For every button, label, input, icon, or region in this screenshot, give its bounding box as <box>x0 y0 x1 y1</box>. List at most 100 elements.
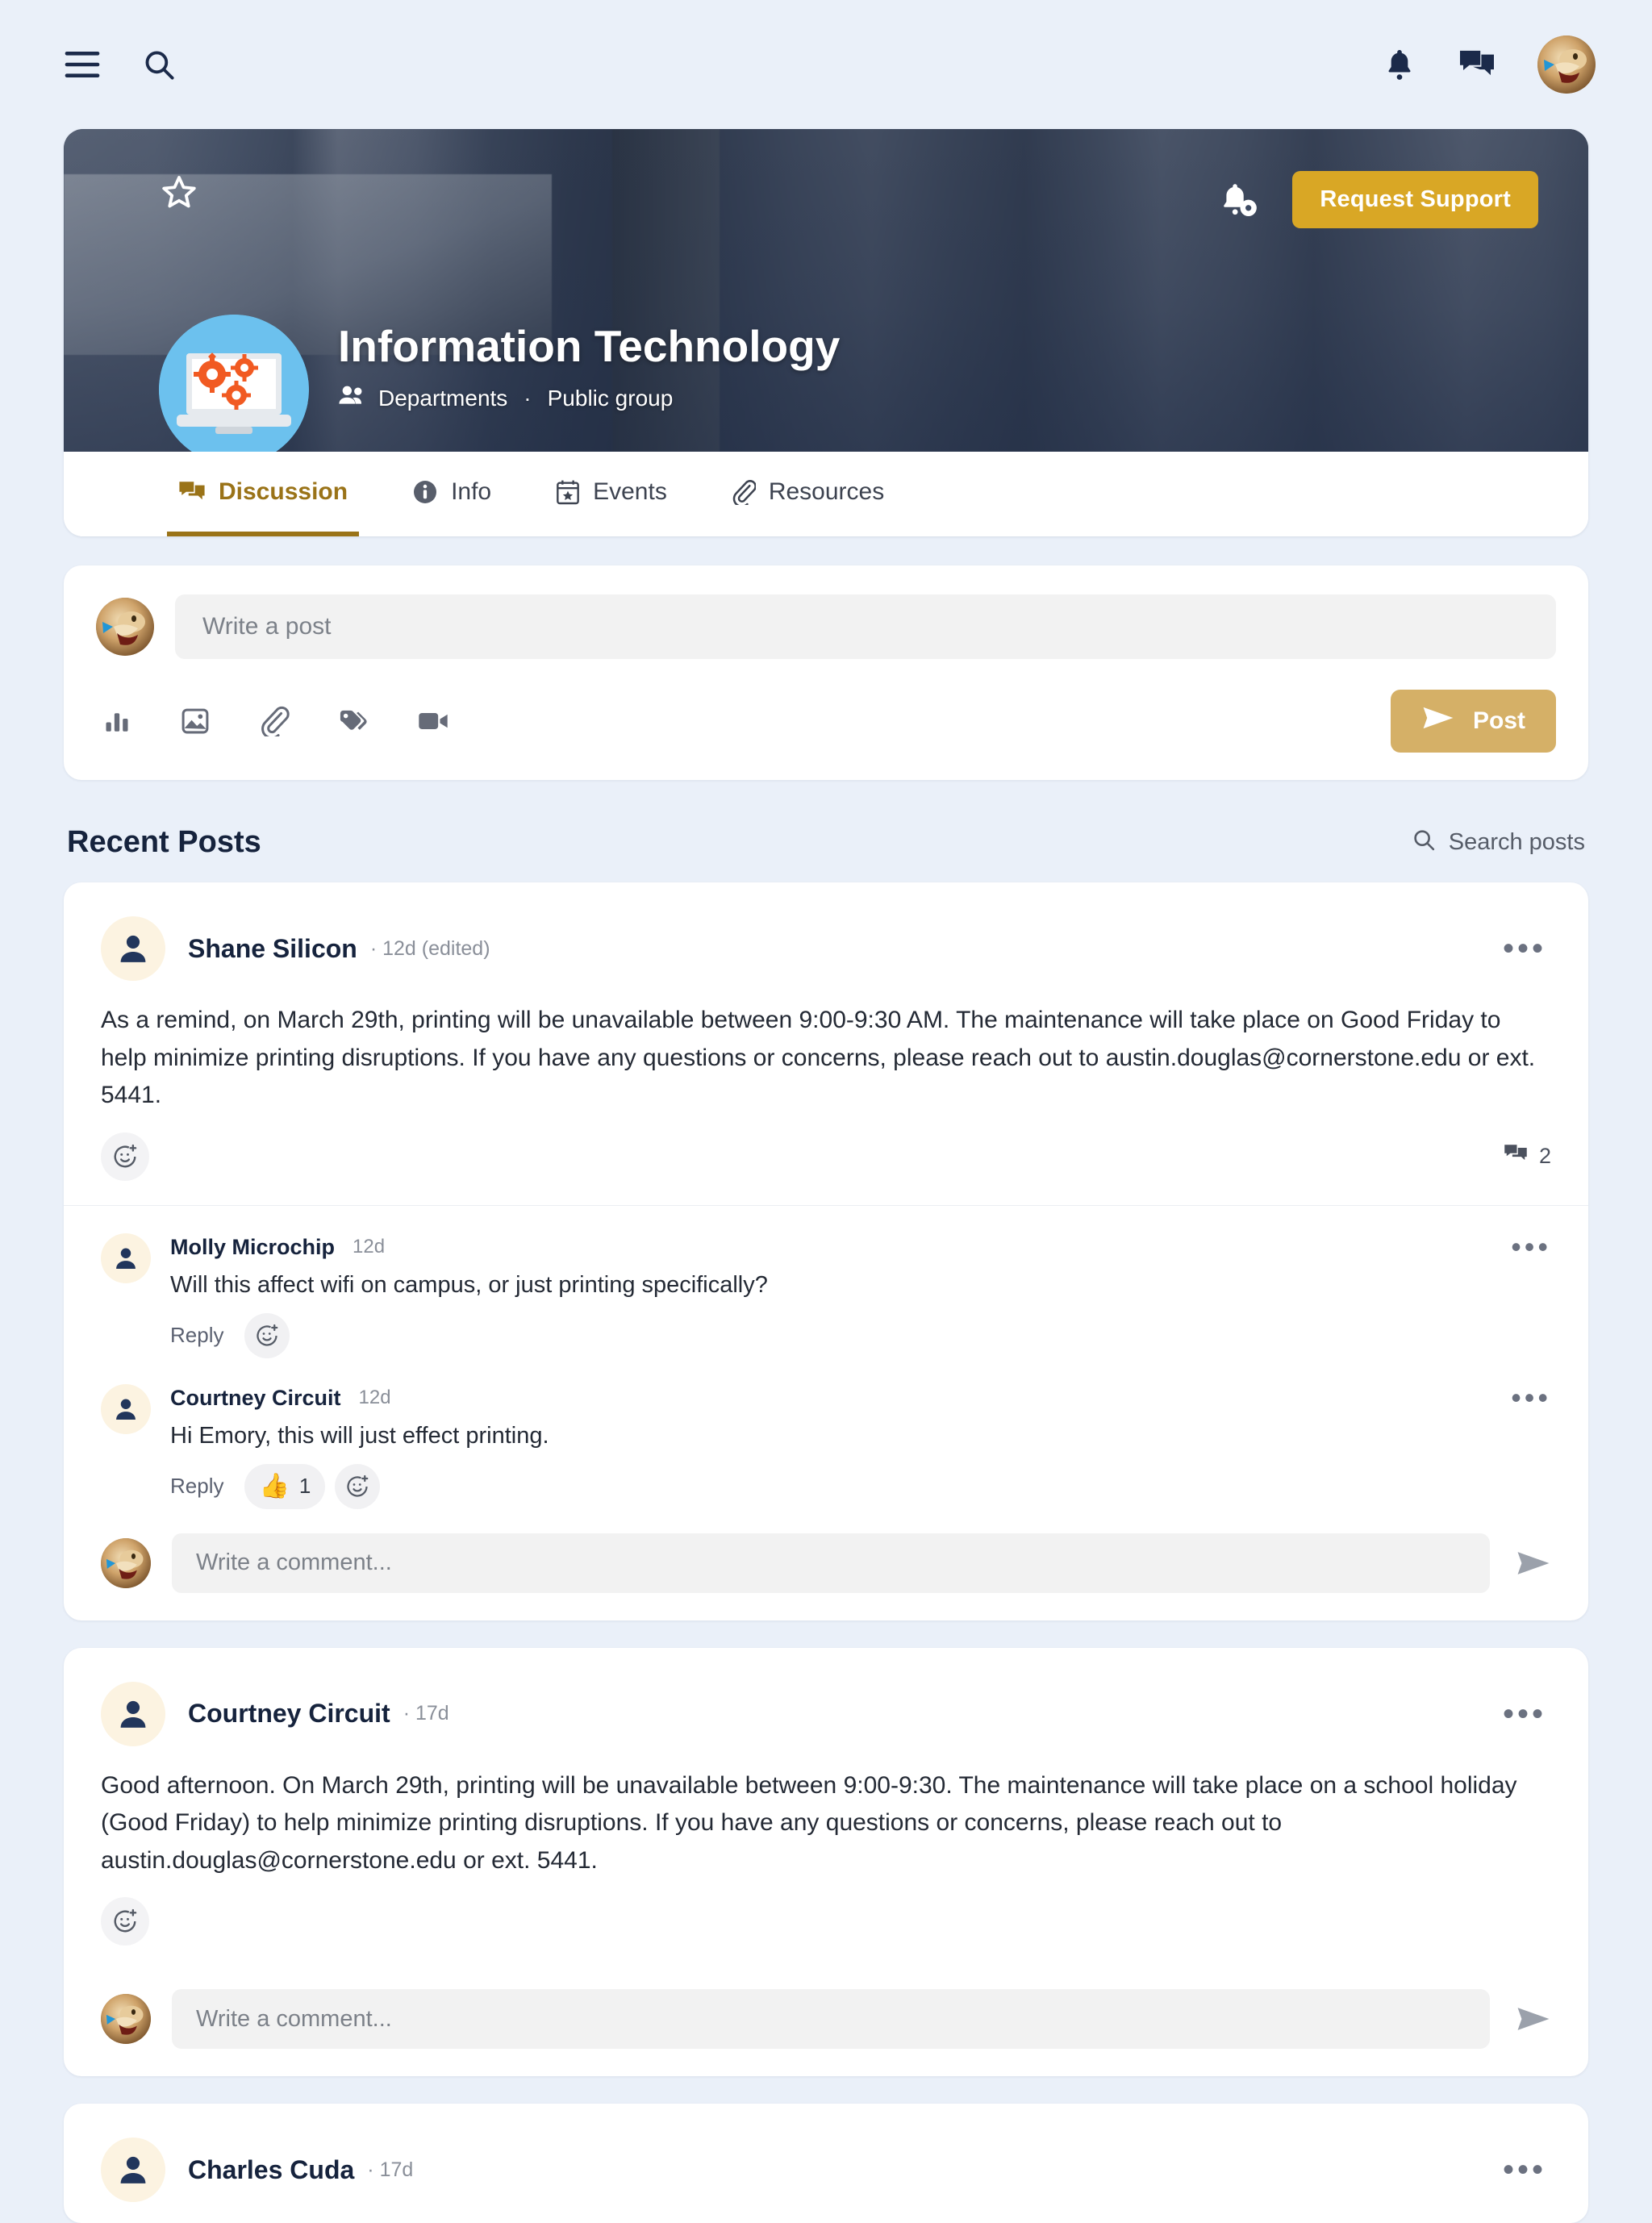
tab-events-label: Events <box>593 478 667 505</box>
laptop-gears-icon[interactable] <box>159 315 309 452</box>
comment-header: Courtney Circuit 12d ••• <box>170 1383 1551 1412</box>
comment-count[interactable]: 2 <box>1504 1143 1551 1170</box>
comment-composer <box>64 1970 1588 2076</box>
search-posts-label: Search posts <box>1448 829 1585 855</box>
kebab-menu-icon[interactable]: ••• <box>1511 1383 1551 1412</box>
post-body: As a remind, on March 29th, printing wil… <box>101 1007 1536 1108</box>
comment-author[interactable]: Courtney Circuit <box>170 1386 341 1411</box>
search-icon[interactable] <box>142 48 176 81</box>
comment-actions: Reply 👍 1 <box>170 1463 1551 1509</box>
comment-text: Hi Emory, this will just effect printing… <box>170 1422 549 1449</box>
search-icon <box>1412 828 1436 858</box>
kebab-menu-icon[interactable]: ••• <box>1498 2154 1551 2186</box>
search-posts-button[interactable]: Search posts <box>1412 828 1585 858</box>
image-icon[interactable] <box>180 706 211 736</box>
write-comment-input[interactable] <box>172 1533 1490 1593</box>
comment-composer <box>64 1514 1588 1620</box>
kebab-menu-icon[interactable]: ••• <box>1498 1698 1551 1730</box>
people-icon <box>338 385 365 411</box>
post-body <box>64 2202 1588 2223</box>
send-icon[interactable] <box>1511 1549 1551 1577</box>
poll-icon[interactable] <box>102 707 131 736</box>
page-title: Information Technology <box>338 321 841 372</box>
tab-events[interactable]: Events <box>544 452 678 536</box>
post-timestamp: · 12d (edited) <box>369 936 490 960</box>
tab-info[interactable]: Info <box>401 452 503 536</box>
comment-text: Will this affect wifi on campus, or just… <box>170 1271 768 1298</box>
avatar[interactable] <box>101 916 165 981</box>
post-author[interactable]: Courtney Circuit <box>188 1699 390 1729</box>
bell-icon[interactable] <box>1383 47 1416 82</box>
post-card: Charles Cuda · 17d ••• <box>64 2104 1588 2223</box>
post-header: Shane Silicon · 12d (edited) ••• <box>64 882 1588 981</box>
tab-info-label: Info <box>451 478 492 505</box>
tab-resources[interactable]: Resources <box>720 452 895 536</box>
add-reaction-icon[interactable] <box>335 1463 381 1509</box>
top-app-bar <box>0 0 1652 129</box>
avatar[interactable] <box>101 2138 165 2203</box>
thumbsup-icon: 👍 <box>259 1472 290 1499</box>
add-reaction-icon[interactable] <box>101 1132 149 1181</box>
group-visibility: Public group <box>547 385 674 411</box>
post-actions: 2 <box>64 1115 1588 1205</box>
group-subtitle: Departments · Public group <box>338 385 840 411</box>
reply-button[interactable]: Reply <box>170 1467 235 1505</box>
post-header: Courtney Circuit · 17d ••• <box>64 1648 1588 1746</box>
reaction-thumbsup-chip[interactable]: 👍 1 <box>244 1463 326 1509</box>
group-text: Information Technology Departments · Pub… <box>309 323 840 434</box>
avatar[interactable] <box>101 1383 151 1434</box>
star-outline-icon[interactable] <box>161 173 198 215</box>
avatar[interactable] <box>101 1232 151 1283</box>
reply-button[interactable]: Reply <box>170 1316 235 1354</box>
post-actions <box>64 1879 1588 1970</box>
post-author[interactable]: Shane Silicon <box>188 934 357 964</box>
comment-item: Courtney Circuit 12d ••• Hi Emory, this … <box>101 1363 1551 1514</box>
chat-bubbles-icon[interactable] <box>1458 48 1496 81</box>
comment-author[interactable]: Molly Microchip <box>170 1235 335 1260</box>
post-header: Charles Cuda · 17d ••• <box>64 2104 1588 2203</box>
recent-posts-title: Recent Posts <box>67 825 261 859</box>
tab-resources-label: Resources <box>768 478 885 505</box>
avatar[interactable] <box>1537 35 1596 94</box>
kebab-menu-icon[interactable]: ••• <box>1511 1232 1551 1262</box>
write-comment-input[interactable] <box>172 1989 1490 2050</box>
comment-list: Molly Microchip 12d ••• Will this affect… <box>64 1204 1588 1514</box>
kebab-menu-icon[interactable]: ••• <box>1498 932 1551 965</box>
comment-count-value: 2 <box>1538 1144 1551 1168</box>
group-header-card: Request Support Information Technology D… <box>64 129 1588 536</box>
composer-input-row <box>96 594 1556 659</box>
app-bar-right-group <box>1383 35 1596 94</box>
group-tabs: Discussion Info Events Resources <box>64 452 1588 536</box>
video-icon[interactable] <box>417 708 449 734</box>
tag-icon[interactable] <box>338 707 369 735</box>
request-support-button[interactable]: Request Support <box>1292 171 1538 228</box>
post-author[interactable]: Charles Cuda <box>188 2155 354 2185</box>
group-identity: Information Technology Departments · Pub… <box>159 315 840 452</box>
avatar <box>101 1994 151 2045</box>
comment-content: Courtney Circuit 12d ••• Hi Emory, this … <box>170 1383 1551 1509</box>
add-reaction-icon[interactable] <box>101 1897 149 1946</box>
hamburger-menu-icon[interactable] <box>65 52 100 77</box>
page-container: Request Support Information Technology D… <box>64 129 1588 2223</box>
banner-actions: Request Support <box>1218 171 1538 228</box>
avatar[interactable] <box>101 1681 165 1746</box>
composer-tools <box>96 706 449 736</box>
comment-icon <box>1504 1143 1528 1170</box>
post-button-label: Post <box>1472 707 1525 734</box>
composer-toolbar: Post <box>96 690 1556 753</box>
bell-gear-icon[interactable] <box>1218 181 1258 219</box>
post-card: Shane Silicon · 12d (edited) ••• As a re… <box>64 882 1588 1620</box>
attachment-icon[interactable] <box>259 706 290 736</box>
comment-timestamp: 12d <box>358 1387 391 1409</box>
add-reaction-icon[interactable] <box>244 1312 290 1358</box>
write-post-input[interactable] <box>175 594 1556 659</box>
comment-item: Molly Microchip 12d ••• Will this affect… <box>101 1212 1551 1363</box>
comment-header: Molly Microchip 12d ••• <box>170 1232 1551 1262</box>
post-composer: Post <box>64 565 1588 780</box>
send-icon <box>1421 705 1455 737</box>
tab-discussion[interactable]: Discussion <box>167 452 360 536</box>
post-button[interactable]: Post <box>1390 690 1556 753</box>
send-icon[interactable] <box>1511 2005 1551 2033</box>
info-circle-icon <box>412 479 438 505</box>
paperclip-icon <box>732 479 756 505</box>
